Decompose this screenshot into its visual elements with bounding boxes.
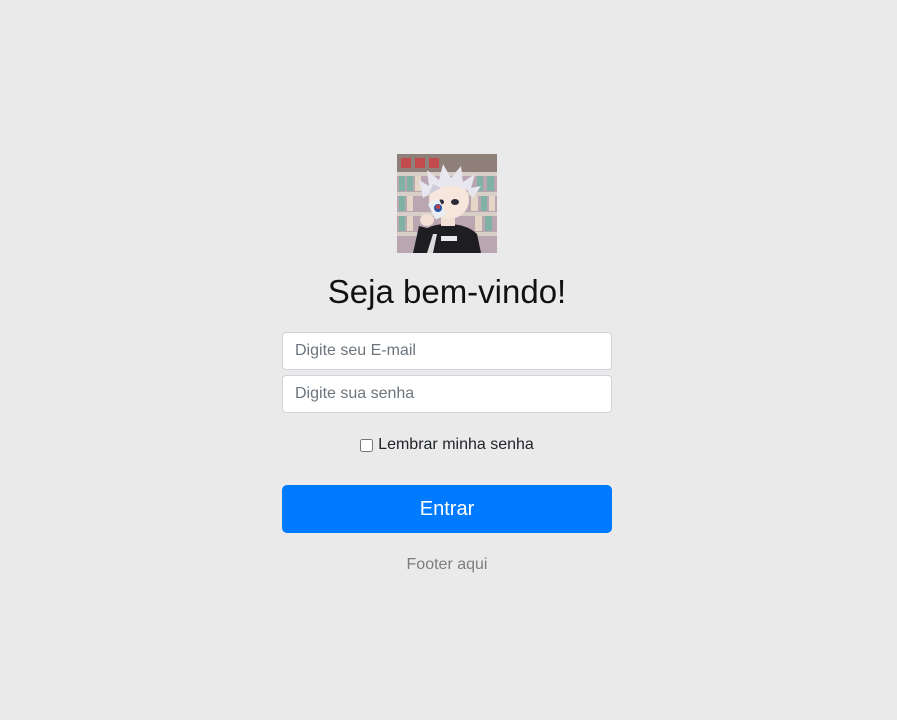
remember-password-label: Lembrar minha senha xyxy=(378,436,534,453)
password-input[interactable] xyxy=(282,375,612,413)
remember-password-checkbox[interactable] xyxy=(360,438,374,452)
email-input[interactable] xyxy=(282,332,612,370)
welcome-heading: Seja bem-vindo! xyxy=(327,273,567,310)
login-page: Seja bem-vindo! Lembrar minha senha Entr… xyxy=(0,0,897,720)
avatar-image xyxy=(397,154,497,253)
remember-password-option[interactable]: Lembrar minha senha xyxy=(282,435,612,455)
footer-text: Footer aqui xyxy=(406,556,488,573)
login-button[interactable]: Entrar xyxy=(282,485,612,533)
signin-form: Seja bem-vindo! Lembrar minha senha Entr… xyxy=(282,154,612,591)
avatar-illustration-icon xyxy=(397,154,497,253)
